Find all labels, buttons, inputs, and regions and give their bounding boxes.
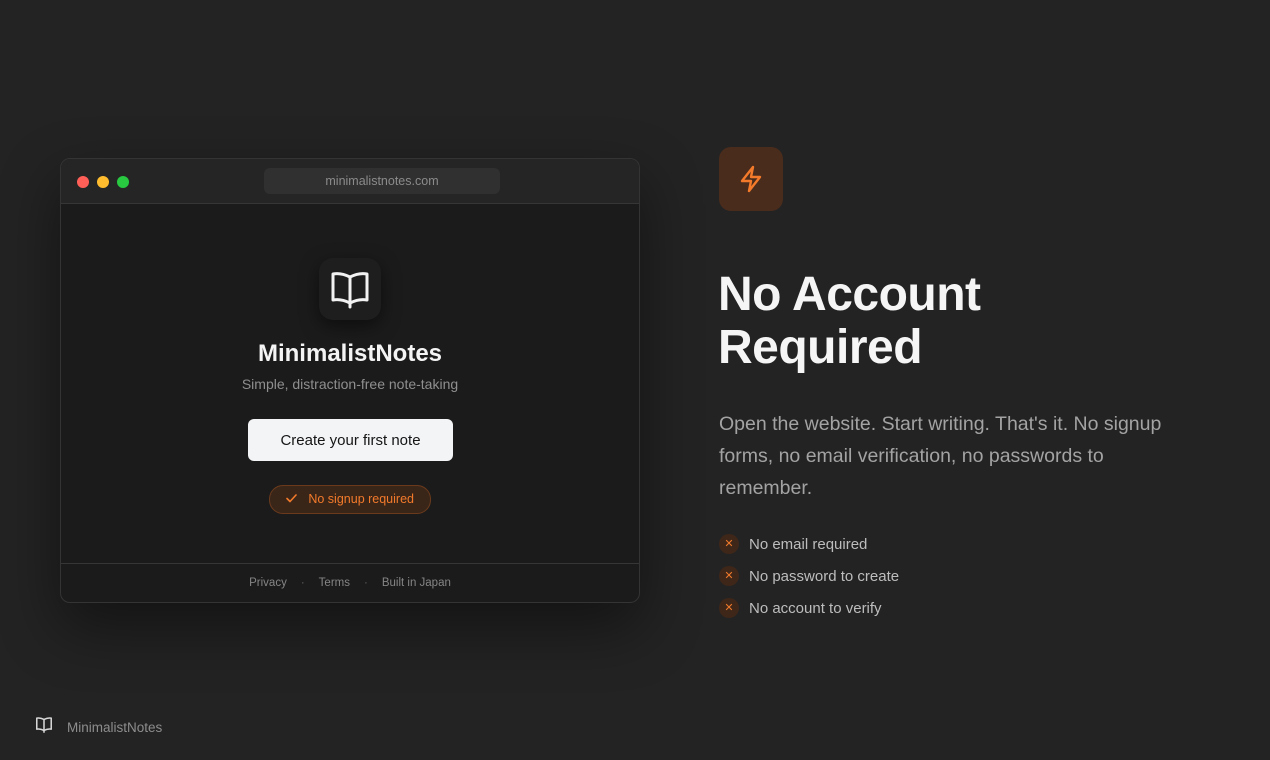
lightning-bolt-icon — [719, 147, 783, 211]
headline-line-1: No Account — [718, 268, 981, 321]
feature-description: Open the website. Start writing. That's … — [719, 413, 1162, 499]
point-label: No email required — [749, 535, 868, 553]
feature-headline: No Account Required — [718, 268, 1218, 374]
open-book-icon — [35, 716, 53, 738]
check-icon — [286, 492, 300, 506]
browser-titlebar: minimalistnotes.com — [61, 159, 639, 204]
close-window-dot[interactable] — [77, 176, 89, 188]
badge-label: No signup required — [308, 492, 414, 506]
list-item: ✕ No email required — [719, 528, 899, 560]
app-subtitle: Simple, distraction-free note-taking — [241, 376, 459, 392]
maximize-window-dot[interactable] — [117, 176, 129, 188]
minimize-window-dot[interactable] — [97, 176, 109, 188]
point-label: No password to create — [749, 567, 900, 585]
list-item: ✕ No account to verify — [719, 592, 899, 624]
built-in-japan-link[interactable]: Built in Japan — [382, 577, 451, 589]
list-item: ✕ No password to create — [719, 560, 899, 592]
x-icon: ✕ — [719, 534, 739, 554]
open-book-icon — [319, 258, 381, 320]
footer-separator: · — [363, 577, 368, 589]
feature-points-list: ✕ No email required ✕ No password to cre… — [719, 528, 899, 624]
no-signup-badge: No signup required — [269, 485, 431, 514]
x-icon: ✕ — [719, 566, 739, 586]
browser-footer: Privacy · Terms · Built in Japan — [61, 563, 639, 602]
terms-link[interactable]: Terms — [319, 577, 350, 589]
brand-logo[interactable]: MinimalistNotes — [35, 716, 162, 738]
create-first-note-button[interactable]: Create your first note — [248, 419, 453, 461]
browser-content: MinimalistNotes Simple, distraction-free… — [61, 204, 639, 564]
headline-line-2: Required — [718, 321, 923, 374]
privacy-link[interactable]: Privacy — [249, 577, 287, 589]
app-title: MinimalistNotes — [257, 340, 443, 367]
browser-mockup: minimalistnotes.com MinimalistNotes Simp… — [60, 158, 640, 603]
footer-separator: · — [300, 577, 305, 589]
x-icon: ✕ — [719, 598, 739, 618]
brand-name: MinimalistNotes — [67, 719, 163, 735]
point-label: No account to verify — [749, 599, 882, 617]
address-bar[interactable]: minimalistnotes.com — [264, 168, 500, 194]
